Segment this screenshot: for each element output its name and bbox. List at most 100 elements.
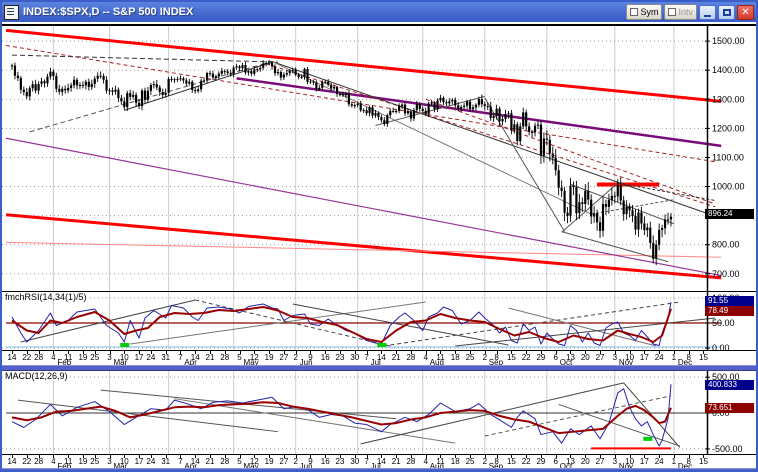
- svg-text:800.00: 800.00: [712, 240, 740, 250]
- date-tick-label: 28: [406, 353, 416, 362]
- date-tick-label: 1: [671, 353, 677, 362]
- date-tick-label: 15: [699, 353, 708, 362]
- date-tick-label: 7: [364, 457, 369, 466]
- maximize-button[interactable]: [718, 4, 735, 20]
- macd-indicator-panel[interactable]: MACD(12,26,9) 500.00 0.00 -500.00: [2, 371, 756, 454]
- date-tick-label: 7: [178, 353, 183, 362]
- date-tick-label: 7: [364, 353, 369, 362]
- date-tick-label: 14: [190, 353, 200, 362]
- date-tick-label: 7: [178, 457, 183, 466]
- date-tick-label: 2: [482, 353, 488, 362]
- date-tick-label: 28: [34, 457, 44, 466]
- date-tick-label: 2: [293, 353, 298, 362]
- date-tick-label: 24: [146, 457, 156, 466]
- date-tick-label: 16: [320, 353, 330, 362]
- date-tick-label: 25: [90, 457, 100, 466]
- date-tick-label: 12: [249, 457, 259, 466]
- date-tick-label: 24: [654, 457, 664, 466]
- date-tick-label: 5: [237, 457, 242, 466]
- price-panel-canvas: 1500.00 1400.00 1300.00 1200.00 1100.00 1000.…: [2, 26, 745, 293]
- date-tick-label: 29: [536, 457, 546, 466]
- date-tick-label: 28: [406, 457, 416, 466]
- date-tick-label: 15: [699, 457, 708, 466]
- date-tick-label: 31: [161, 457, 171, 466]
- date-tick-label: 17: [639, 457, 649, 466]
- date-tick-label: 10: [119, 353, 129, 362]
- date-tick-label: 22: [521, 457, 531, 466]
- svg-text:1400.00: 1400.00: [712, 65, 745, 75]
- rsi-indicator-panel[interactable]: fmchRSI(14,34(1)/5) 100.0050.000.00: [2, 291, 756, 351]
- date-tick-label: 15: [506, 457, 516, 466]
- date-tick-label: 17: [134, 457, 144, 466]
- date-tick-label: 27: [595, 353, 605, 362]
- close-button[interactable]: ✕: [737, 4, 754, 20]
- date-tick-label: 3: [107, 457, 112, 466]
- date-tick-label: 21: [205, 457, 215, 466]
- date-tick-label: 22: [22, 353, 32, 362]
- panel-splitter-lower[interactable]: [2, 468, 756, 470]
- date-tick-label: 24: [146, 353, 156, 362]
- rsi-slow-value-label: 78.49: [705, 306, 754, 316]
- window-icon: [4, 4, 19, 20]
- date-tick-label: 4: [51, 457, 56, 466]
- date-tick-label: 19: [264, 353, 274, 362]
- date-tick-label: 4: [51, 353, 56, 362]
- minimize-button[interactable]: [699, 4, 716, 20]
- intv-button[interactable]: Intv: [664, 4, 697, 20]
- macd-fast-value-label: 400.833: [705, 380, 754, 390]
- date-tick-label: 10: [625, 353, 635, 362]
- date-tick-label: 16: [320, 457, 330, 466]
- date-tick-label: 25: [465, 457, 475, 466]
- svg-text:1100.00: 1100.00: [712, 152, 744, 162]
- date-tick-label: 15: [506, 353, 516, 362]
- date-tick-label: 2: [293, 457, 298, 466]
- date-tick-label: 28: [34, 353, 44, 362]
- svg-text:1300.00: 1300.00: [712, 94, 745, 104]
- sym-button[interactable]: Sym: [626, 4, 663, 20]
- date-tick-label: 14: [7, 457, 17, 466]
- date-tick-label: 20: [580, 457, 590, 466]
- minimize-icon: [704, 14, 711, 17]
- date-tick-label: 6: [553, 457, 558, 466]
- date-tick-label: 23: [335, 353, 345, 362]
- intv-checkbox-icon: [668, 8, 677, 16]
- date-tick-label: 24: [654, 353, 664, 362]
- date-tick-label: 21: [391, 457, 401, 466]
- date-axis-lower: 14 22 28 4 Feb 11 19 25 3 Mar 10 17 24 31 7 Apr 14 21 28 5 M…: [2, 454, 756, 470]
- date-tick-label: 9: [308, 457, 313, 466]
- date-axis-upper: 14 22 28 4 Feb 11 19 25 3 Mar 10 17 24 31 7 Apr 14 21 28 5 M…: [2, 350, 756, 367]
- rsi-panel-canvas: 100.0050.000.00: [2, 292, 740, 351]
- date-tick-label: 27: [279, 457, 289, 466]
- date-tick-label: 18: [450, 457, 460, 466]
- price-chart-panel[interactable]: 1500.00 1400.00 1300.00 1200.00 1100.00 1000.…: [2, 24, 756, 293]
- title-bar[interactable]: INDEX:$SPX,D -- S&P 500 INDEX Sym Intv ✕: [2, 2, 756, 22]
- date-tick-label: 6: [553, 353, 558, 362]
- svg-text:700.00: 700.00: [712, 269, 740, 279]
- date-tick-label: 19: [78, 353, 88, 362]
- date-tick-label: 17: [639, 353, 649, 362]
- date-tick-label: 12: [249, 353, 259, 362]
- date-tick-label: 8: [494, 457, 499, 466]
- date-tick-label: 22: [22, 457, 32, 466]
- date-tick-label: 11: [436, 457, 445, 466]
- date-tick-label: 23: [335, 457, 345, 466]
- intv-button-label: Intv: [678, 7, 693, 17]
- date-tick-label: 10: [119, 457, 129, 466]
- date-tick-label: 14: [190, 457, 200, 466]
- date-tick-label: 3: [612, 353, 618, 362]
- sym-button-label: Sym: [640, 7, 659, 17]
- sym-checkbox-icon: [630, 8, 639, 16]
- date-tick-label: 14: [7, 353, 17, 362]
- date-tick-label: 28: [220, 457, 230, 466]
- date-tick-label: 20: [580, 353, 590, 362]
- date-tick-label: 27: [279, 353, 289, 362]
- date-tick-label: 19: [264, 457, 274, 466]
- maximize-icon: [722, 8, 731, 16]
- date-tick-label: 8: [686, 457, 691, 466]
- date-tick-label: 8: [494, 353, 499, 362]
- svg-text:1200.00: 1200.00: [712, 123, 745, 133]
- date-tick-label: 4: [423, 457, 428, 466]
- date-tick-label: 1: [671, 457, 677, 466]
- date-tick-label: 19: [78, 457, 88, 466]
- date-tick-label: 25: [465, 353, 475, 362]
